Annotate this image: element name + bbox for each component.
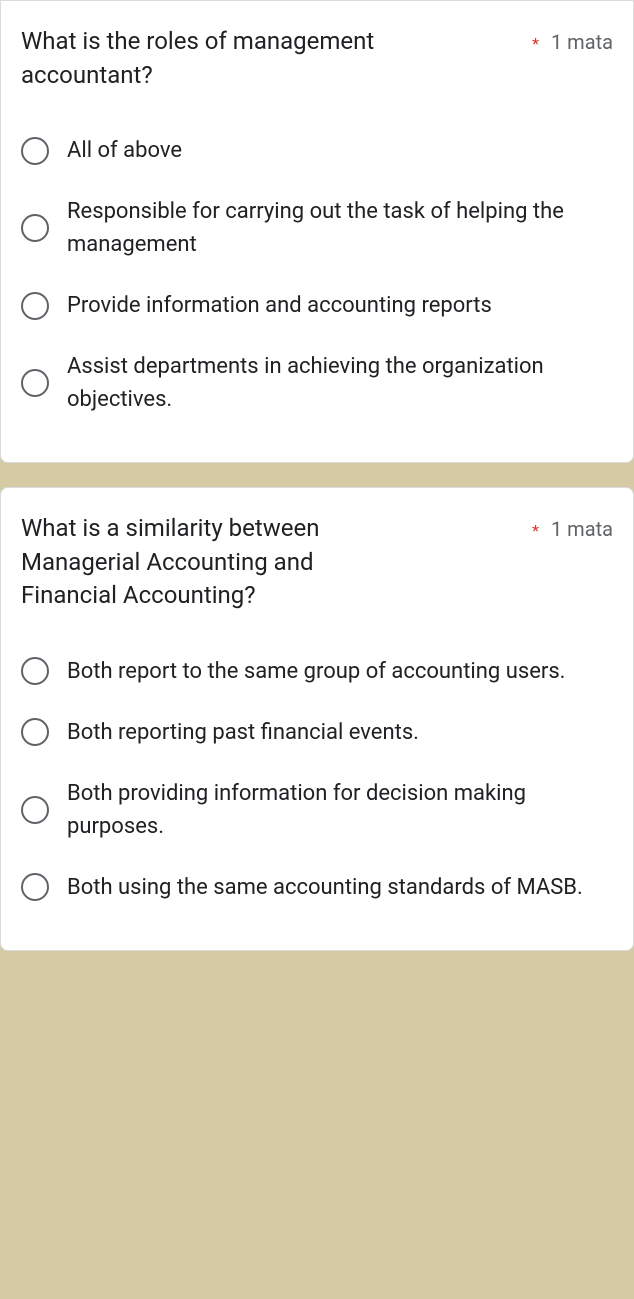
option-label: Both reporting past financial events. (67, 716, 419, 749)
required-indicator: * (532, 521, 539, 540)
question-title-line1: What is a similarity between (21, 512, 319, 546)
question-header: What is a similarity between * 1 mata Ma… (21, 512, 613, 613)
question-title-line2: accountant? (21, 59, 613, 93)
question-title-line1: What is the roles of management (21, 25, 520, 59)
option-label: Provide information and accounting repor… (67, 289, 492, 322)
radio-icon (21, 292, 49, 320)
question-title-line2: Managerial Accounting and (21, 546, 613, 580)
option-label: Both providing information for decision … (67, 777, 613, 843)
radio-icon (21, 214, 49, 242)
option-label: Assist departments in achieving the orga… (67, 350, 613, 416)
radio-icon (21, 873, 49, 901)
question-card: What is a similarity between * 1 mata Ma… (0, 487, 634, 951)
option-row[interactable]: Both providing information for decision … (21, 763, 613, 857)
radio-icon (21, 657, 49, 685)
option-label: Responsible for carrying out the task of… (67, 195, 613, 261)
question-header: What is the roles of management * 1 mata… (21, 25, 613, 92)
option-label: Both report to the same group of account… (67, 655, 565, 688)
option-label: All of above (67, 134, 182, 167)
radio-icon (21, 718, 49, 746)
option-row[interactable]: Both reporting past financial events. (21, 702, 613, 763)
option-row[interactable]: Responsible for carrying out the task of… (21, 181, 613, 275)
question-title-line3: Financial Accounting? (21, 579, 613, 613)
option-row[interactable]: All of above (21, 120, 613, 181)
points-label: 1 mata (551, 517, 613, 541)
option-row[interactable]: Both report to the same group of account… (21, 641, 613, 702)
radio-icon (21, 137, 49, 165)
option-row[interactable]: Provide information and accounting repor… (21, 275, 613, 336)
option-label: Both using the same accounting standards… (67, 871, 583, 904)
option-row[interactable]: Both using the same accounting standards… (21, 857, 613, 918)
radio-icon (21, 796, 49, 824)
radio-icon (21, 369, 49, 397)
question-card: What is the roles of management * 1 mata… (0, 0, 634, 463)
required-indicator: * (532, 34, 539, 53)
option-row[interactable]: Assist departments in achieving the orga… (21, 336, 613, 430)
points-label: 1 mata (551, 30, 613, 54)
